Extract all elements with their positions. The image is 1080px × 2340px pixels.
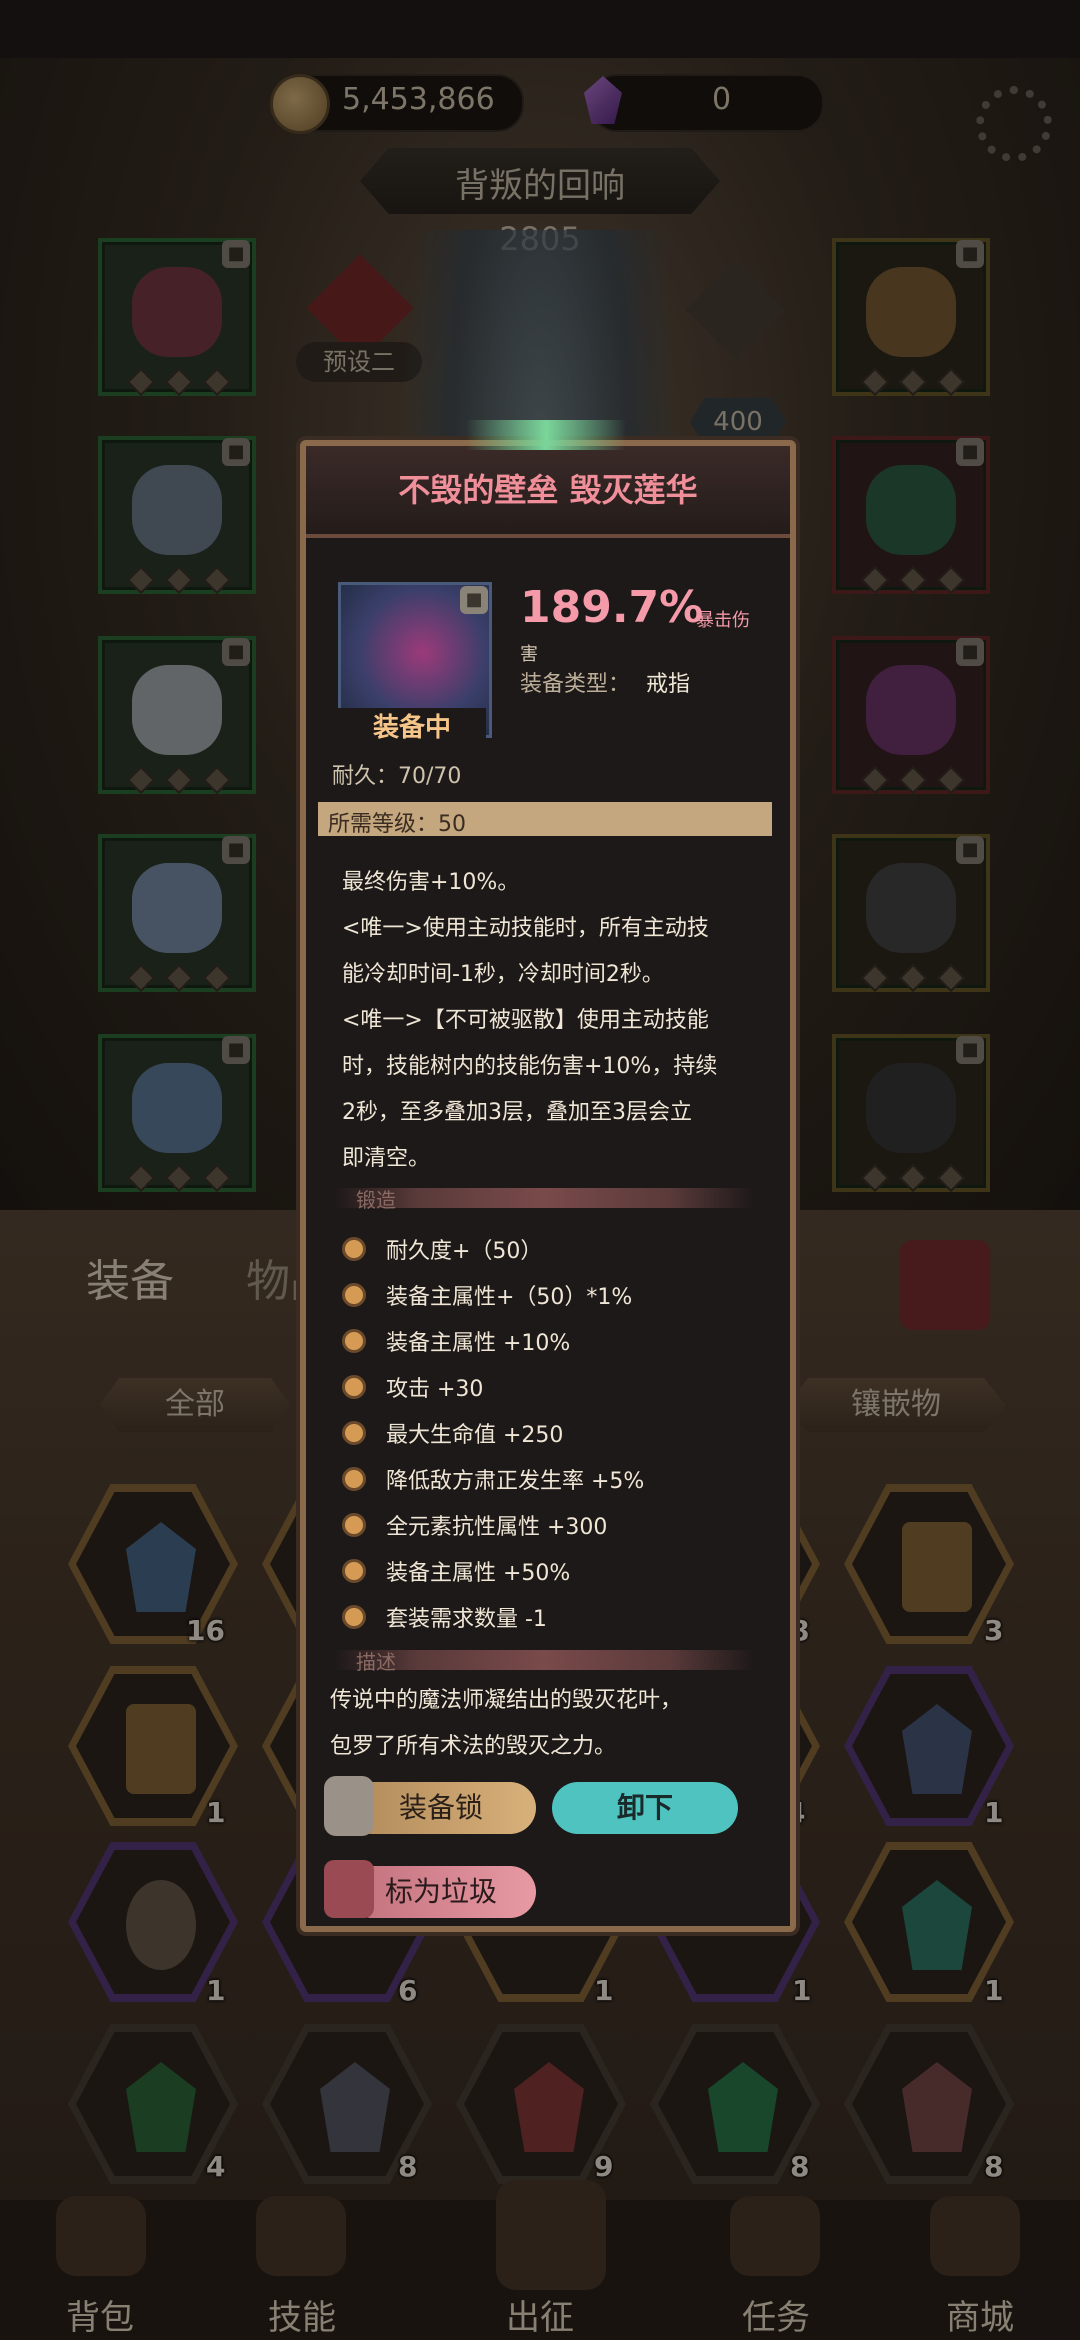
description-section-label: 描述 [356,1650,396,1674]
forge-bonus: 耐久度+（50） [386,1239,543,1264]
lore-line: 包罗了所有术法的毁灭之力。 [330,1734,617,1759]
crit-damage-value: 189.7% [520,582,704,633]
effect-line: <唯一>使用主动技能时，所有主动技 [342,916,709,941]
crit-damage-label-wrap: 害 [520,644,538,665]
forge-bonus-row: 攻击 +30 [342,1364,762,1410]
effect-line: 即清空。 [342,1146,431,1171]
effect-description: 最终伤害+10%。 <唯一>使用主动技能时，所有主动技 能冷却时间-1秒，冷却时… [342,860,762,1182]
forge-section-label: 锻造 [356,1188,396,1212]
crit-damage-label: 暴击伤 [696,610,750,631]
forge-bonus-list: 耐久度+（50） 装备主属性+（50）*1% 装备主属性 +10% 攻击 +30… [342,1226,762,1640]
junk-bin-icon [324,1860,374,1918]
type-label: 装备类型： [520,672,631,697]
required-level: 所需等级：50 [328,812,466,837]
mark-as-junk-button[interactable]: 标为垃圾 [346,1866,536,1918]
forge-bonus: 降低敌方肃正发生率 +5% [386,1469,645,1494]
lore-line: 传说中的魔法师凝结出的毁灭花叶， [330,1688,683,1713]
padlock-icon [324,1776,374,1836]
effect-line: 时，技能树内的技能伤害+10%，持续 [342,1054,718,1079]
forge-bonus: 装备主属性 +10% [386,1331,571,1356]
item-lock-icon[interactable]: ■ [460,586,488,614]
effect-line: <唯一>【不可被驱散】使用主动技能 [342,1008,709,1033]
equipped-tag: 装备中 [338,708,486,748]
forge-bonus-row: 全元素抗性属性 +300 [342,1502,762,1548]
equipment-lock-label: 装备锁 [398,1791,483,1824]
type-value: 戒指 [646,672,691,697]
description-divider [334,1650,754,1670]
forge-divider [334,1188,754,1208]
item-name: 不毁的壁垒 毁灭莲华 [398,471,698,509]
forge-bonus-row: 耐久度+（50） [342,1226,762,1272]
forge-bonus: 套装需求数量 -1 [386,1607,547,1632]
effect-line: 最终伤害+10%。 [342,870,520,895]
effect-line: 2秒，至多叠加3层，叠加至3层会立 [342,1100,692,1125]
mark-as-junk-label: 标为垃圾 [384,1875,497,1908]
forge-bonus-row: 套装需求数量 -1 [342,1594,762,1640]
forge-bonus: 全元素抗性属性 +300 [386,1515,608,1540]
effect-line: 能冷却时间-1秒，冷却时间2秒。 [342,962,664,987]
forge-bonus: 装备主属性+（50）*1% [386,1285,633,1310]
forge-bonus: 装备主属性 +50% [386,1561,571,1586]
forge-bonus-row: 装备主属性 +10% [342,1318,762,1364]
popup-crown-ornament [466,420,626,450]
forge-bonus: 攻击 +30 [386,1377,484,1402]
lore-text: 传说中的魔法师凝结出的毁灭花叶， 包罗了所有术法的毁灭之力。 [330,1678,770,1770]
equipment-lock-button[interactable]: 装备锁 [346,1782,536,1834]
forge-bonus: 最大生命值 +250 [386,1423,564,1448]
forge-bonus-row: 最大生命值 +250 [342,1410,762,1456]
forge-bonus-row: 装备主属性 +50% [342,1548,762,1594]
unequip-button[interactable]: 卸下 [552,1782,738,1834]
popup-header: 不毁的壁垒 毁灭莲华 [306,446,790,538]
durability: 耐久：70/70 [332,764,462,789]
item-detail-popup: 不毁的壁垒 毁灭莲华 ■ 装备中 189.7% 暴击伤 害 装备类型： 戒指 耐… [300,420,796,1932]
forge-bonus-row: 降低敌方肃正发生率 +5% [342,1456,762,1502]
forge-bonus-row: 装备主属性+（50）*1% [342,1272,762,1318]
